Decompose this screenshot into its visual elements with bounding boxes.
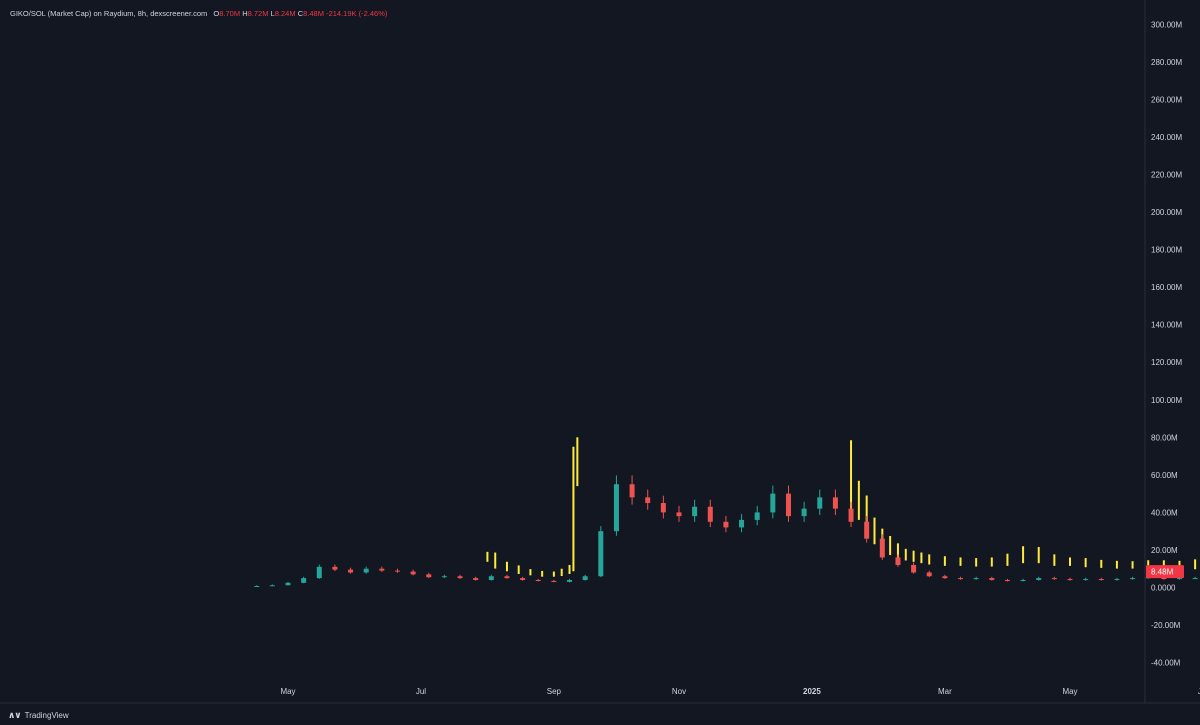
candle-body xyxy=(473,578,479,580)
tradingview-logo-icon: ∧∨ xyxy=(8,710,22,720)
low-value: 8.24M xyxy=(274,9,296,18)
y-tick-label: 0.0000 xyxy=(1151,584,1176,593)
candle-body xyxy=(817,497,823,509)
y-tick-label: 300.00M xyxy=(1151,20,1182,29)
candle-body xyxy=(926,572,932,577)
candle-body xyxy=(613,484,619,532)
x-tick-label: May xyxy=(1062,687,1077,696)
x-tick-label: May xyxy=(280,687,295,696)
candle-body xyxy=(911,564,917,573)
candle-body xyxy=(1083,579,1089,581)
branding-name: TradingView xyxy=(24,711,69,720)
candle-body xyxy=(942,576,948,579)
symbol-title[interactable]: GIKO/SOL (Market Cap) on Raydium, 8h, de… xyxy=(10,9,207,18)
candle-body xyxy=(488,576,494,580)
candle-body xyxy=(739,519,745,528)
candle-body xyxy=(864,521,870,539)
y-tick-label: 160.00M xyxy=(1151,283,1182,292)
candle-body xyxy=(645,497,651,504)
candle-body xyxy=(989,578,995,580)
candle-body xyxy=(1192,578,1198,580)
candle-body xyxy=(629,484,635,498)
candle-body xyxy=(879,538,885,558)
candle-body xyxy=(1176,578,1182,580)
candle-body xyxy=(1098,579,1104,581)
candle-body xyxy=(692,506,698,517)
candle-body xyxy=(973,578,979,580)
candle-body xyxy=(269,585,275,587)
candle-body xyxy=(535,579,541,581)
candle-body xyxy=(598,531,604,577)
candle-body xyxy=(457,576,463,579)
candle-body xyxy=(285,582,291,586)
x-tick-label: Mar xyxy=(938,687,952,696)
y-tick-label: 80.00M xyxy=(1151,433,1178,442)
y-tick-label: 140.00M xyxy=(1151,321,1182,330)
ohlc-values: O8.70M H8.72M L8.24M C8.48M -214.19K (-2… xyxy=(213,9,387,18)
candle-body xyxy=(754,512,760,520)
candle-body xyxy=(254,585,260,587)
chart-window: 270.81M (3203.58%) 2708168802999 300.00M… xyxy=(0,0,1200,725)
y-tick-label: 280.00M xyxy=(1151,58,1182,67)
x-tick-label: Nov xyxy=(672,687,686,696)
candle-body xyxy=(707,506,713,522)
candle-body xyxy=(316,566,322,579)
y-tick-label: -40.00M xyxy=(1151,659,1181,668)
candle-body xyxy=(363,568,369,573)
candle-body xyxy=(1020,579,1026,581)
open-value: 8.70M xyxy=(219,9,241,18)
candle-body xyxy=(379,568,385,571)
candle-body xyxy=(1067,579,1073,581)
candle-body xyxy=(410,571,416,575)
candle-body xyxy=(785,493,791,517)
y-tick-label: 100.00M xyxy=(1151,396,1182,405)
candle-body xyxy=(1130,578,1136,580)
current-price-label: 8.48M xyxy=(1151,568,1174,577)
candle-body xyxy=(441,576,447,578)
y-tick-label: 40.00M xyxy=(1151,508,1178,517)
y-tick-label: 20.00M xyxy=(1151,546,1178,555)
candle-body xyxy=(676,512,682,517)
x-tick-label: Jul xyxy=(416,687,426,696)
y-tick-label: 220.00M xyxy=(1151,170,1182,179)
y-tick-label: 240.00M xyxy=(1151,133,1182,142)
candle-body xyxy=(394,570,400,572)
candle-body xyxy=(958,578,964,580)
candle-body xyxy=(582,576,588,580)
candle-body xyxy=(520,578,526,580)
close-value: 8.48M xyxy=(303,9,324,18)
candle-body xyxy=(301,578,307,583)
y-tick-label: 60.00M xyxy=(1151,471,1178,480)
change-value: -214.19K (-2.46%) xyxy=(326,9,388,18)
candle-body xyxy=(848,508,854,522)
price-chart[interactable]: 270.81M (3203.58%) 2708168802999 300.00M… xyxy=(0,0,1200,725)
candle-body xyxy=(504,576,510,579)
y-tick-label: 120.00M xyxy=(1151,358,1182,367)
candle-body xyxy=(1036,578,1042,580)
candle-body xyxy=(332,566,338,570)
y-tick-label: 180.00M xyxy=(1151,246,1182,255)
tradingview-branding[interactable]: ∧∨ TradingView xyxy=(8,710,69,721)
candle-body xyxy=(1114,579,1120,581)
chart-background xyxy=(0,0,1200,725)
candle-body xyxy=(348,569,354,573)
candle-body xyxy=(801,508,807,517)
candle-body xyxy=(723,521,729,528)
candle-body xyxy=(1051,578,1057,580)
y-tick-label: 200.00M xyxy=(1151,208,1182,217)
symbol-header: GIKO/SOL (Market Cap) on Raydium, 8h, de… xyxy=(10,9,387,18)
high-value: 8.72M xyxy=(247,9,269,18)
x-tick-label: Sep xyxy=(547,687,562,696)
candle-body xyxy=(770,493,776,513)
candle-body xyxy=(567,579,573,582)
candle-body xyxy=(660,503,666,513)
x-tick-label: 2025 xyxy=(803,687,821,696)
y-tick-label: 260.00M xyxy=(1151,95,1182,104)
candle-body xyxy=(1004,579,1010,581)
candle-body xyxy=(895,557,901,565)
candle-body xyxy=(832,497,838,509)
candle-body xyxy=(426,574,432,578)
y-tick-label: -20.00M xyxy=(1151,621,1181,630)
candle-body xyxy=(551,580,557,582)
